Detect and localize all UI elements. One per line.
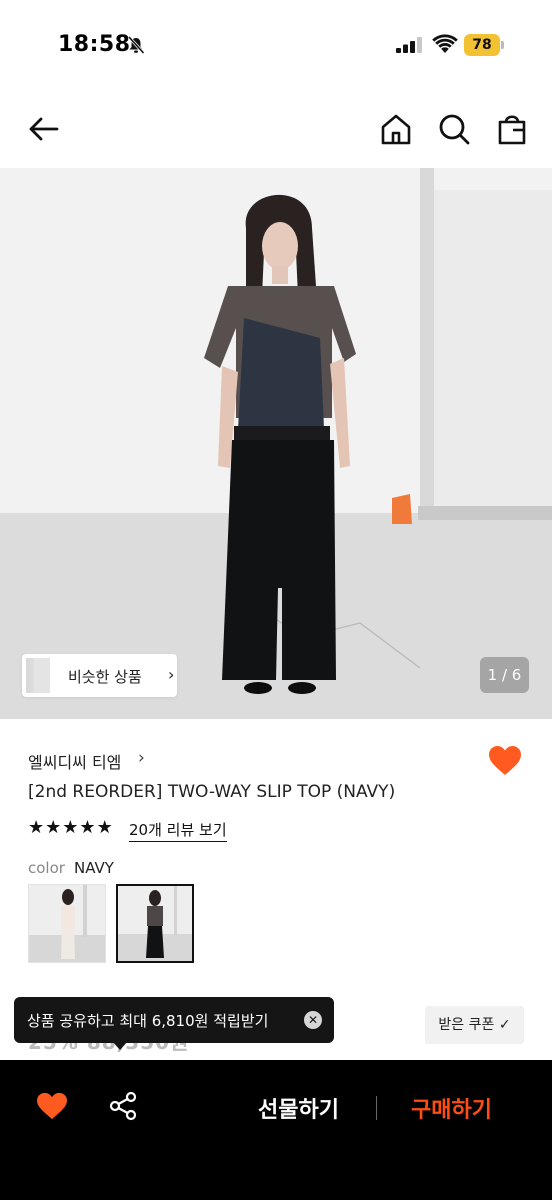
color-option-thumbnail [29, 885, 105, 962]
status-bar: 18:58 78 [0, 0, 552, 92]
bottom-action-bar: 선물하기 구매하기 [0, 1060, 552, 1200]
chevron-right-icon: › [168, 665, 175, 684]
similar-products-button[interactable]: 비슷한 상품 › [22, 654, 177, 697]
star-icon: ★ [96, 817, 113, 838]
similar-thumbnail-2 [34, 658, 50, 693]
color-option-thumbnail [118, 886, 192, 961]
product-image-carousel[interactable]: 비슷한 상품 › 1 / 6 [0, 168, 552, 719]
close-icon[interactable]: ✕ [304, 1011, 322, 1029]
mute-icon [127, 35, 145, 55]
color-option-white[interactable] [28, 884, 106, 963]
share-icon[interactable] [108, 1091, 138, 1121]
star-icon: ★ [79, 817, 96, 838]
star-icon: ★ [62, 817, 79, 838]
buy-button[interactable]: 구매하기 [411, 1092, 492, 1124]
battery-icon: 78 [464, 34, 504, 56]
search-icon[interactable] [436, 111, 472, 147]
product-title: [2nd REORDER] TWO-WAY SLIP TOP (NAVY) [28, 782, 396, 802]
rating-stars: ★ ★ ★ ★ ★ [28, 818, 113, 838]
home-icon[interactable] [378, 111, 414, 147]
wifi-icon [432, 34, 458, 53]
heart-icon[interactable] [36, 1092, 68, 1121]
shopping-bag-icon[interactable] [494, 111, 530, 147]
color-value: NAVY [74, 859, 114, 877]
gift-button[interactable]: 선물하기 [258, 1092, 339, 1124]
toast-text: 상품 공유하고 최대 6,810원 적립받기 [27, 1012, 269, 1030]
share-reward-toast: 상품 공유하고 최대 6,810원 적립받기 ✕ [14, 997, 334, 1043]
product-photo [0, 168, 552, 719]
star-icon: ★ [45, 817, 62, 838]
color-option-navy[interactable] [116, 884, 194, 963]
review-link[interactable]: 20개 리뷰 보기 [129, 819, 227, 842]
image-pager: 1 / 6 [480, 657, 529, 693]
brand-link[interactable]: 엘씨디씨 티엠 [28, 749, 121, 773]
wishlist-heart-icon[interactable] [488, 745, 522, 777]
back-arrow-icon[interactable] [26, 111, 62, 147]
star-icon: ★ [28, 817, 45, 838]
toast-tail [112, 1041, 128, 1050]
similar-products-label: 비슷한 상품 [68, 668, 142, 686]
nav-header [0, 92, 552, 168]
divider [376, 1096, 377, 1120]
received-coupon-button[interactable]: 받은 쿠폰 ✓ [425, 1006, 524, 1044]
color-label: color [28, 859, 65, 877]
status-time: 18:58 [58, 32, 131, 57]
signal-icon [396, 37, 422, 53]
brand-chevron-icon[interactable]: › [138, 748, 145, 768]
battery-level: 78 [472, 37, 492, 53]
